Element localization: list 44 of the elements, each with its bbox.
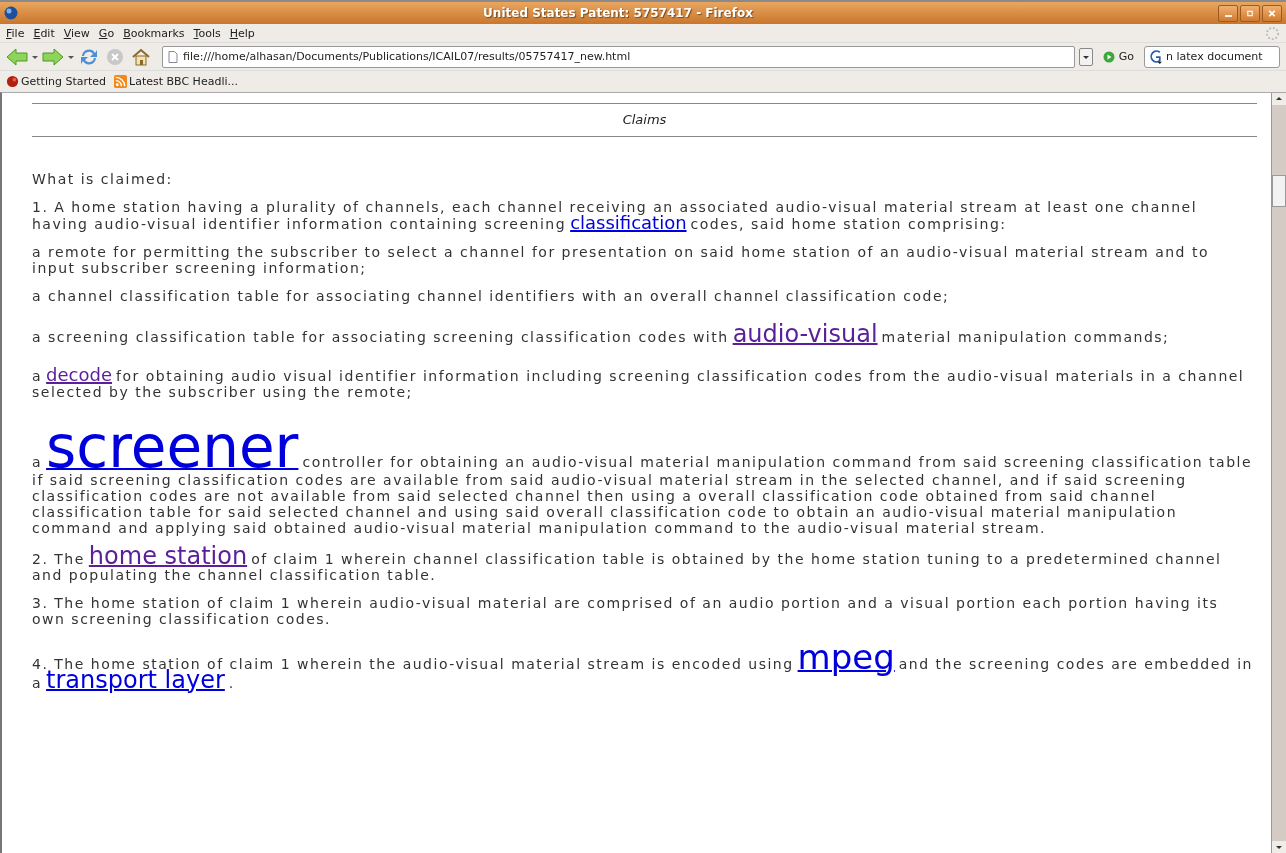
window-title: United States Patent: 5757417 - Firefox	[482, 6, 754, 20]
scroll-down-icon[interactable]	[1275, 844, 1283, 850]
menu-item[interactable]: Edit	[33, 26, 55, 40]
close-button[interactable]	[1262, 4, 1282, 22]
search-field[interactable]: n latex document	[1144, 45, 1280, 68]
menu-item[interactable]: File	[6, 26, 25, 40]
scroll-up-icon[interactable]	[1275, 96, 1283, 102]
claim-paragraph: a channel classification table for associating channel identifiers with an overall channel classification code;	[32, 288, 951, 304]
menu-item[interactable]: Bookmarks	[123, 26, 185, 40]
globe-icon	[4, 6, 18, 20]
page-icon	[168, 50, 178, 63]
minimize-button[interactable]	[1218, 4, 1238, 22]
claim-paragraph: a screener controller for obtaining an audio-visual material manipulation command from said screening classification table if said screening classification codes are available from said audio-visual material stream in the selected channel, and if said screening classification codes are not available from said selected channel then using a overall classification code obtained from said channel classification table for said selected channel and using said overall classification code to obtain an audio-visual material manipulation command and applying said obtained audio-visual material manipulation command to the audio-visual material stream.	[32, 422, 1254, 536]
home-icon[interactable]	[130, 46, 152, 67]
go-button[interactable]: Go	[1096, 50, 1140, 63]
dropdown-button[interactable]	[1078, 47, 1093, 66]
throbber-icon	[1265, 25, 1280, 41]
bookmark-icon	[6, 75, 19, 88]
search-engine-icon	[1148, 49, 1163, 64]
bookmark-item[interactable]: Latest BBC Headli...	[114, 75, 238, 88]
maximize-button[interactable]	[1240, 4, 1260, 22]
bookmark-item[interactable]: Getting Started	[6, 75, 107, 88]
keyword-link[interactable]: home station	[88, 542, 248, 570]
dropdown-icon[interactable]	[32, 53, 38, 60]
keyword-link[interactable]: audio-visual	[732, 320, 878, 348]
feed-icon	[114, 75, 128, 88]
close-icon	[1266, 7, 1278, 19]
claim-paragraph: 1. A home station having a plurality of channels, each channel receiving an associated audio-visual material stream at least one channel having audio-visual identifier information containing screening classification codes, said home station comprising:	[32, 199, 1199, 232]
scrollbar[interactable]	[1271, 93, 1286, 853]
menu-item[interactable]: Help	[229, 26, 255, 40]
section-heading: Claims	[32, 103, 1257, 137]
claim-paragraph: a decode for obtaining audio visual identifier information including screening classification codes from the audio-visual materials in a channel selected by the subscriber using the remote;	[32, 367, 1246, 400]
dropdown-icon[interactable]	[68, 53, 74, 60]
menu-item[interactable]: View	[63, 26, 90, 40]
menu-item[interactable]: Go	[98, 26, 115, 40]
keyword-link[interactable]: decode	[46, 364, 112, 385]
menu-item[interactable]: Tools	[193, 26, 221, 40]
address-field[interactable]: file:///home/alhasan/Documents/Publications/ICAIL07/results/05757417_new.html	[162, 45, 1075, 68]
play-icon	[1102, 50, 1115, 63]
scrollbar-thumb[interactable]	[1272, 175, 1286, 207]
claim-paragraph: What is claimed:	[32, 171, 174, 187]
claim-paragraph: 3. The home station of claim 1 wherein audio-visual material are comprised of an audio portion and a visual portion each portion having its own screening classification codes.	[32, 595, 1220, 627]
claim-paragraph: a remote for permitting the subscriber to select a channel for presentation on said home station of an audio-visual material stream and to input subscriber screening information;	[32, 244, 1210, 276]
minimize-icon	[1224, 15, 1232, 17]
